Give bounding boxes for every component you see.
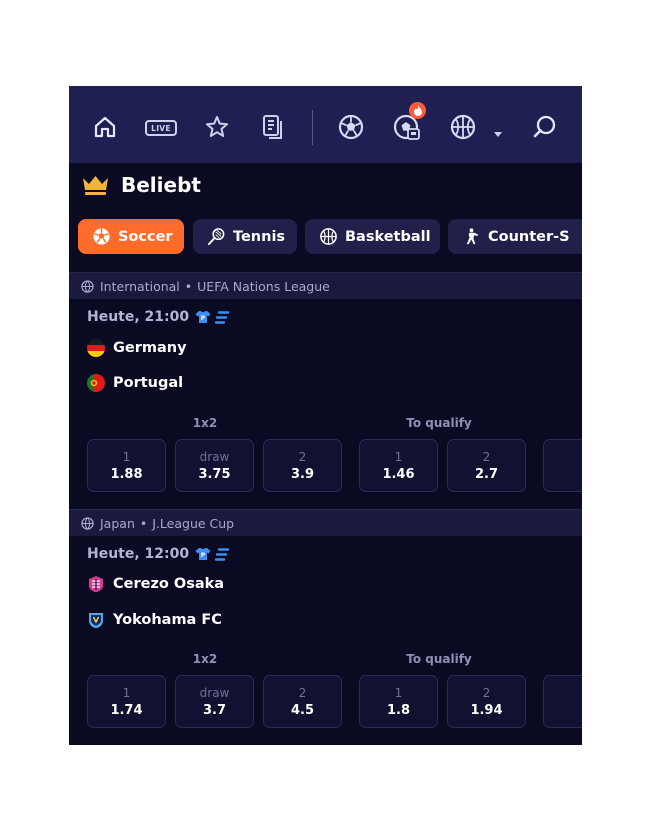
league-name: J.League Cup bbox=[152, 515, 235, 531]
nav-divider bbox=[312, 110, 313, 145]
league-header[interactable]: International • UEFA Nations League bbox=[69, 272, 582, 299]
soccer-ball-icon bbox=[91, 227, 111, 247]
odd-button[interactable]: 1 1.88 bbox=[87, 439, 166, 492]
stats-icon bbox=[215, 310, 230, 324]
league-country: International bbox=[100, 278, 180, 294]
portugal-flag-icon bbox=[87, 374, 105, 392]
odd-label: 2 bbox=[482, 449, 491, 464]
jersey-icon: P bbox=[195, 311, 211, 323]
counter-strike-icon bbox=[461, 227, 481, 247]
svg-text:P: P bbox=[201, 552, 206, 559]
cerezo-osaka-logo-icon bbox=[87, 575, 105, 593]
yokohama-fc-logo-icon bbox=[87, 611, 105, 629]
odd-button[interactable] bbox=[543, 675, 582, 728]
odd-label: 2 bbox=[298, 449, 307, 464]
team-name: Germany bbox=[113, 340, 187, 356]
home-team: Germany bbox=[87, 339, 187, 357]
league-name: UEFA Nations League bbox=[197, 278, 330, 294]
market-label: 1x2 bbox=[192, 652, 218, 666]
star-icon[interactable] bbox=[201, 111, 233, 143]
odd-value: 2.7 bbox=[474, 466, 499, 482]
crown-icon bbox=[83, 176, 108, 195]
odd-value: 1.88 bbox=[110, 466, 143, 482]
tab-label: Basketball bbox=[345, 228, 431, 245]
tab-soccer[interactable]: Soccer bbox=[78, 219, 184, 254]
home-team: Cerezo Osaka bbox=[87, 575, 224, 593]
away-team: Yokohama FC bbox=[87, 611, 222, 629]
jersey-icon: P bbox=[195, 548, 211, 560]
page-title: Beliebt bbox=[121, 173, 201, 197]
match-time-text: Heute, 12:00 bbox=[87, 546, 190, 562]
bet-slip-icon[interactable] bbox=[257, 111, 289, 143]
odd-label: 1 bbox=[122, 449, 131, 464]
soccer-ball-icon[interactable] bbox=[335, 111, 367, 143]
market-label: To qualify bbox=[406, 652, 472, 666]
odd-button[interactable]: 1 1.8 bbox=[359, 675, 438, 728]
odd-label: draw bbox=[199, 685, 230, 700]
live-button[interactable]: LIVE bbox=[145, 120, 177, 136]
odd-button[interactable]: 2 2.7 bbox=[447, 439, 526, 492]
league-country: Japan bbox=[100, 515, 135, 531]
odd-label: 2 bbox=[482, 685, 491, 700]
tennis-icon bbox=[206, 227, 226, 247]
popular-header: Beliebt bbox=[81, 172, 201, 198]
odd-value: 4.5 bbox=[290, 702, 315, 718]
odd-button[interactable]: 2 4.5 bbox=[263, 675, 342, 728]
odd-button[interactable] bbox=[543, 439, 582, 492]
team-name: Portugal bbox=[113, 375, 184, 391]
globe-icon bbox=[81, 279, 94, 293]
odd-button[interactable]: draw 3.7 bbox=[175, 675, 254, 728]
odd-button[interactable]: 1 1.74 bbox=[87, 675, 166, 728]
odd-value: 3.9 bbox=[290, 466, 315, 482]
fire-icon bbox=[409, 102, 426, 119]
odd-button[interactable]: draw 3.75 bbox=[175, 439, 254, 492]
odd-value: 1.74 bbox=[110, 702, 143, 718]
app-frame: LIVE Beliebt Soccer Tennis Basketball Co… bbox=[69, 86, 582, 745]
match-time: Heute, 21:00 P bbox=[87, 309, 230, 325]
match-time-text: Heute, 21:00 bbox=[87, 309, 190, 325]
odd-value: 3.7 bbox=[202, 702, 227, 718]
tab-basketball[interactable]: Basketball bbox=[305, 219, 440, 254]
top-navigation: LIVE bbox=[69, 86, 582, 163]
basketball-icon[interactable] bbox=[447, 111, 479, 143]
odd-value: 1.46 bbox=[382, 466, 415, 482]
search-icon[interactable] bbox=[529, 111, 561, 143]
tab-label: Tennis bbox=[233, 228, 286, 245]
globe-icon bbox=[81, 516, 94, 530]
tab-label: Counter-S bbox=[488, 228, 570, 245]
odd-label: 1 bbox=[394, 685, 403, 700]
team-name: Cerezo Osaka bbox=[113, 576, 225, 592]
svg-text:P: P bbox=[201, 315, 206, 322]
odd-label: draw bbox=[199, 449, 230, 464]
basketball-icon bbox=[318, 227, 338, 247]
odd-button[interactable]: 1 1.46 bbox=[359, 439, 438, 492]
odd-value: 1.94 bbox=[470, 702, 503, 718]
odd-button[interactable]: 2 3.9 bbox=[263, 439, 342, 492]
home-icon[interactable] bbox=[89, 111, 121, 143]
odd-button[interactable]: 2 1.94 bbox=[447, 675, 526, 728]
chevron-down-icon[interactable] bbox=[493, 124, 503, 143]
odd-value: 3.75 bbox=[198, 466, 231, 482]
stats-icon bbox=[215, 547, 230, 561]
sport-tabs: Soccer Tennis Basketball Counter-S bbox=[78, 219, 582, 254]
odd-label: 1 bbox=[394, 449, 403, 464]
germany-flag-icon bbox=[87, 339, 105, 357]
team-name: Yokohama FC bbox=[113, 612, 222, 628]
odd-label: 1 bbox=[122, 685, 131, 700]
market-label: 1x2 bbox=[192, 416, 218, 430]
league-header[interactable]: Japan • J.League Cup bbox=[69, 509, 582, 536]
away-team: Portugal bbox=[87, 374, 183, 392]
odd-value: 1.8 bbox=[386, 702, 411, 718]
market-label: To qualify bbox=[406, 416, 472, 430]
league-separator: • bbox=[139, 515, 148, 531]
league-separator: • bbox=[184, 278, 193, 294]
tab-counter-strike[interactable]: Counter-S bbox=[448, 219, 582, 254]
odd-label: 2 bbox=[298, 685, 307, 700]
match-time: Heute, 12:00 P bbox=[87, 546, 230, 562]
tab-label: Soccer bbox=[118, 228, 173, 245]
tab-tennis[interactable]: Tennis bbox=[193, 219, 297, 254]
